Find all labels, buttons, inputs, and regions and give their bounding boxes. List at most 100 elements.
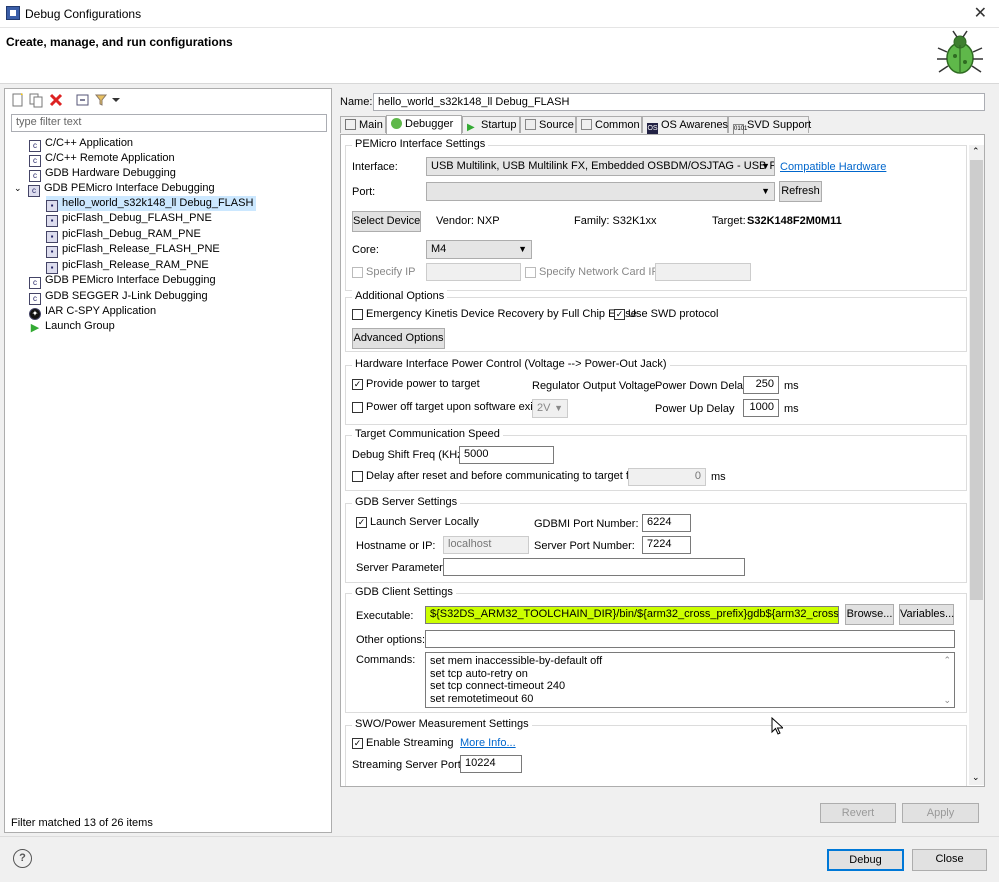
- executable-label: Executable:: [356, 610, 414, 622]
- refresh-button[interactable]: Refresh: [779, 181, 822, 202]
- power-up-input[interactable]: 1000: [743, 399, 779, 417]
- ms-label: ms: [784, 403, 799, 415]
- compatible-hardware-link[interactable]: Compatible Hardware: [780, 161, 886, 173]
- scroll-up-icon[interactable]: ⌃: [972, 146, 980, 157]
- close-button[interactable]: Close: [912, 849, 987, 871]
- launch-server-checkbox[interactable]: ✓: [356, 517, 367, 528]
- chevron-down-icon: ▼: [518, 244, 527, 254]
- gdb-server-group: GDB Server Settings ✓ Launch Server Loca…: [345, 496, 967, 583]
- scroll-down-icon[interactable]: ⌄: [943, 694, 951, 707]
- tree-item-gdb-hardware[interactable]: c GDB Hardware Debugging: [29, 166, 176, 182]
- streaming-port-input[interactable]: 10224: [460, 755, 522, 773]
- tree-item-label: hello_world_s32k148_ll Debug_FLASH: [62, 197, 254, 209]
- run-icon: ▶: [467, 122, 475, 133]
- tab-startup[interactable]: ▶ Startup: [462, 116, 520, 133]
- duplicate-icon[interactable]: [28, 92, 44, 108]
- scroll-up-icon[interactable]: ⌃: [943, 654, 951, 667]
- tree-item-picflash-debug-ram[interactable]: ▪ picFlash_Debug_RAM_PNE: [46, 227, 201, 243]
- group-title: GDB Client Settings: [352, 586, 456, 598]
- launch-icon: ▶: [29, 322, 41, 335]
- interface-select[interactable]: USB Multilink, USB Multilink FX, Embedde…: [426, 157, 775, 176]
- enable-streaming-checkbox[interactable]: ✓: [352, 738, 363, 749]
- ip-input[interactable]: [426, 263, 521, 281]
- tree-item-pemicro[interactable]: ⌄ c GDB PEMicro Interface Debugging: [14, 181, 215, 197]
- revert-button[interactable]: Revert: [820, 803, 896, 823]
- delay-input[interactable]: 0: [628, 468, 706, 486]
- provide-power-checkbox[interactable]: ✓: [352, 379, 363, 390]
- nic-ip-input[interactable]: [655, 263, 751, 281]
- close-window-icon[interactable]: ✕: [974, 3, 987, 23]
- tree-item-hello-world[interactable]: ▪ hello_world_s32k148_ll Debug_FLASH: [46, 196, 257, 212]
- hostname-input[interactable]: localhost: [443, 536, 529, 554]
- select-device-button[interactable]: Select Device: [352, 211, 421, 232]
- bug-icon: [937, 30, 983, 74]
- tree-item-label: picFlash_Debug_FLASH_PNE: [62, 212, 212, 224]
- voltage-select[interactable]: 2V ▼: [532, 399, 568, 418]
- tab-os-awareness[interactable]: OS OS Awareness: [642, 116, 734, 134]
- power-off-checkbox[interactable]: [352, 402, 363, 413]
- debug-button[interactable]: Debug: [827, 849, 904, 871]
- other-options-input[interactable]: [425, 630, 955, 648]
- enable-streaming-label: Enable Streaming: [366, 737, 454, 749]
- executable-input[interactable]: ${S32DS_ARM32_TOOLCHAIN_DIR}/bin/${arm32…: [425, 606, 839, 624]
- executable-value: ${S32DS_ARM32_TOOLCHAIN_DIR}/bin/${arm32…: [426, 607, 838, 623]
- tab-svd-support[interactable]: 0101SVD Support: [728, 116, 811, 135]
- tree-item-launch-group[interactable]: ▶ Launch Group: [29, 319, 115, 335]
- collapse-all-icon[interactable]: [75, 92, 91, 108]
- tree-item-pemicro-2[interactable]: c GDB PEMicro Interface Debugging: [29, 273, 216, 289]
- tree-item-label: C/C++ Remote Application: [45, 152, 175, 164]
- launch-server-label: Launch Server Locally: [370, 516, 479, 528]
- tree-item-label: picFlash_Release_RAM_PNE: [62, 259, 209, 271]
- tree-item-segger[interactable]: c GDB SEGGER J-Link Debugging: [29, 289, 208, 305]
- swd-checkbox[interactable]: ✓: [614, 309, 625, 320]
- specify-nic-checkbox[interactable]: [525, 267, 536, 278]
- vendor-text: Vendor: NXP: [436, 215, 500, 227]
- tab-debugger[interactable]: Debugger: [386, 115, 462, 134]
- emergency-recovery-checkbox[interactable]: [352, 309, 363, 320]
- tab-main[interactable]: Main: [340, 116, 386, 133]
- advanced-options-button[interactable]: Advanced Options: [352, 328, 445, 349]
- tree-item-picflash-release-flash[interactable]: ▪ picFlash_Release_FLASH_PNE: [46, 242, 220, 258]
- server-params-input[interactable]: [443, 558, 745, 576]
- tree-item-picflash-release-ram[interactable]: ▪ picFlash_Release_RAM_PNE: [46, 258, 209, 274]
- tab-common[interactable]: Common: [576, 116, 642, 133]
- tree-item-picflash-debug-flash[interactable]: ▪ picFlash_Debug_FLASH_PNE: [46, 211, 212, 227]
- power-down-label: Power Down Delay: [655, 380, 749, 392]
- core-select[interactable]: M4 ▼: [426, 240, 532, 259]
- port-label: Port:: [352, 186, 376, 198]
- tree-item-label: C/C++ Application: [45, 137, 134, 149]
- help-icon[interactable]: ?: [13, 849, 32, 868]
- pemicro-icon: ▪: [46, 246, 58, 258]
- chevron-down-icon[interactable]: [111, 92, 121, 108]
- delay-checkbox[interactable]: [352, 471, 363, 482]
- family-text: Family: S32K1xx: [574, 215, 657, 227]
- server-port-input[interactable]: 7224: [642, 536, 691, 554]
- gdbmi-port-input[interactable]: 6224: [642, 514, 691, 532]
- tree-item-cpp-application[interactable]: c C/C++ Application: [29, 136, 134, 152]
- delete-icon[interactable]: [48, 92, 64, 108]
- variables-button[interactable]: Variables...: [899, 604, 954, 625]
- commands-textarea[interactable]: set mem inaccessible-by-default off set …: [425, 652, 955, 708]
- shift-freq-input[interactable]: 5000: [459, 446, 554, 464]
- power-down-input[interactable]: 250: [743, 376, 779, 394]
- scroll-down-icon[interactable]: ⌄: [972, 772, 980, 783]
- new-configuration-icon[interactable]: [10, 92, 26, 108]
- common-icon: [581, 119, 592, 130]
- name-input[interactable]: hello_world_s32k148_ll Debug_FLASH: [373, 93, 985, 111]
- tree-item-cpp-remote[interactable]: c C/C++ Remote Application: [29, 151, 175, 167]
- tab-source[interactable]: Source: [520, 116, 576, 133]
- filter-input[interactable]: type filter text: [11, 114, 327, 132]
- filter-icon[interactable]: [94, 92, 110, 108]
- specify-ip-checkbox[interactable]: [352, 267, 363, 278]
- tree-item-iar[interactable]: ✦ IAR C-SPY Application: [29, 304, 156, 320]
- swd-label: Use SWD protocol: [628, 308, 719, 320]
- power-up-label: Power Up Delay: [655, 403, 735, 415]
- browse-button[interactable]: Browse...: [845, 604, 894, 625]
- chevron-down-icon[interactable]: ⌄: [14, 181, 28, 196]
- more-info-link[interactable]: More Info...: [460, 737, 516, 749]
- port-select[interactable]: ▼: [426, 182, 775, 201]
- specify-ip-label: Specify IP: [366, 266, 416, 278]
- apply-button[interactable]: Apply: [902, 803, 979, 823]
- scrollbar-thumb[interactable]: [970, 160, 983, 600]
- group-title: Target Communication Speed: [352, 428, 503, 440]
